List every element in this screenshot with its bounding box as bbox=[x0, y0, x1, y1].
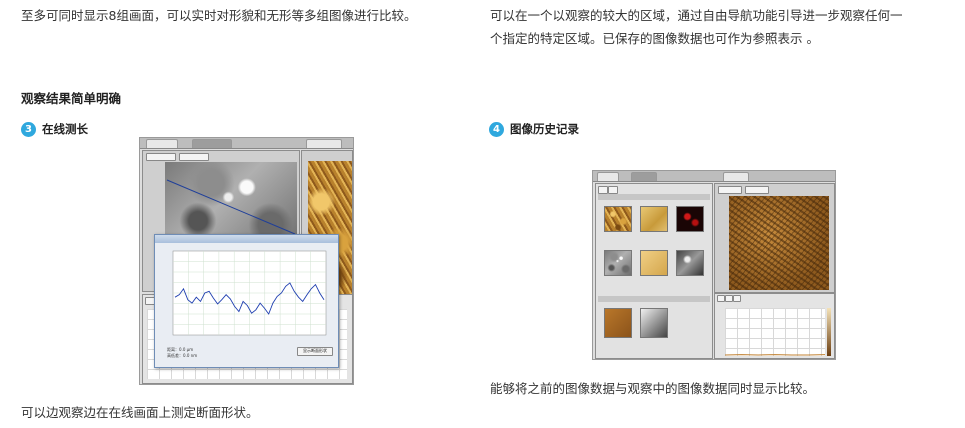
tab[interactable] bbox=[631, 172, 657, 181]
live-scan-image[interactable] bbox=[729, 196, 829, 290]
tab-bar bbox=[593, 171, 835, 182]
history-group-header bbox=[598, 194, 710, 200]
history-group-header bbox=[598, 296, 710, 302]
history-toolbar-button[interactable] bbox=[608, 186, 618, 194]
history-thumbnail[interactable] bbox=[604, 308, 632, 338]
tab[interactable] bbox=[192, 139, 232, 148]
line-profile-trace bbox=[725, 354, 825, 356]
toolbar-button[interactable] bbox=[733, 295, 741, 302]
mode-select[interactable] bbox=[179, 153, 209, 161]
tab[interactable] bbox=[146, 139, 178, 148]
tab[interactable] bbox=[306, 139, 342, 148]
number-badge-icon: 4 bbox=[489, 121, 504, 137]
toolbar-button[interactable] bbox=[725, 295, 733, 302]
inline-measure-screenshot: 距离：0.0 μm 高低差：0.0 nm 显示断面形状 bbox=[139, 137, 354, 385]
live-image-panel bbox=[714, 183, 835, 293]
cross-section-chart bbox=[172, 250, 327, 336]
history-thumbnail[interactable] bbox=[676, 250, 704, 276]
intro-left-text: 至多可同时显示8组画面，可以实时对形貌和无形等多组图像进行比较。 bbox=[21, 8, 417, 23]
history-thumbnail[interactable] bbox=[604, 250, 632, 276]
feature-heading-image-history: 4 图像历史记录 bbox=[489, 121, 579, 137]
section-title: 观察结果简单明确 bbox=[21, 91, 122, 106]
history-thumbnail[interactable] bbox=[676, 206, 704, 232]
line-profile-panel bbox=[714, 293, 835, 359]
mode-select[interactable] bbox=[745, 186, 769, 194]
history-thumbnail[interactable] bbox=[640, 308, 668, 338]
history-thumbnail[interactable] bbox=[640, 250, 668, 276]
distance-label: 距离：0.0 μm bbox=[167, 347, 194, 352]
toolbar-button[interactable] bbox=[717, 295, 725, 302]
tab[interactable] bbox=[597, 172, 619, 181]
history-toolbar-button[interactable] bbox=[598, 186, 608, 194]
show-profile-button[interactable]: 显示断面形状 bbox=[297, 347, 333, 356]
feature-title: 图像历史记录 bbox=[510, 122, 579, 136]
height-diff-label: 高低差：0.0 nm bbox=[167, 353, 198, 358]
history-thumbnail[interactable] bbox=[604, 206, 632, 232]
feature-title: 在线测长 bbox=[42, 122, 88, 136]
feature-heading-inline-measure: 3 在线测长 bbox=[21, 121, 88, 137]
tab-bar bbox=[140, 138, 353, 149]
feature-caption-inline-measure: 可以边观察边在在线画面上测定断面形状。 bbox=[21, 405, 259, 420]
intro-right-line1: 可以在一个以观察的较大的区域，通过自由导航功能引导进一步观察任何一 bbox=[490, 8, 903, 23]
feature-caption-image-history: 能够将之前的图像数据与观察中的图像数据同时显示比较。 bbox=[490, 381, 816, 396]
dialog-title-bar[interactable] bbox=[155, 235, 338, 243]
history-panel bbox=[595, 183, 713, 359]
number-badge-icon: 3 bbox=[21, 121, 36, 137]
tab[interactable] bbox=[723, 172, 749, 181]
intro-right-line2: 个指定的特定区域。已保存的图像数据也可作为参照表示 。 bbox=[490, 31, 819, 46]
channel-select[interactable] bbox=[718, 186, 742, 194]
color-scale-bar bbox=[827, 308, 831, 356]
cross-section-dialog[interactable]: 距离：0.0 μm 高低差：0.0 nm 显示断面形状 bbox=[154, 234, 339, 368]
history-thumbnail[interactable] bbox=[640, 206, 668, 232]
channel-select[interactable] bbox=[146, 153, 176, 161]
image-history-screenshot bbox=[592, 170, 836, 360]
